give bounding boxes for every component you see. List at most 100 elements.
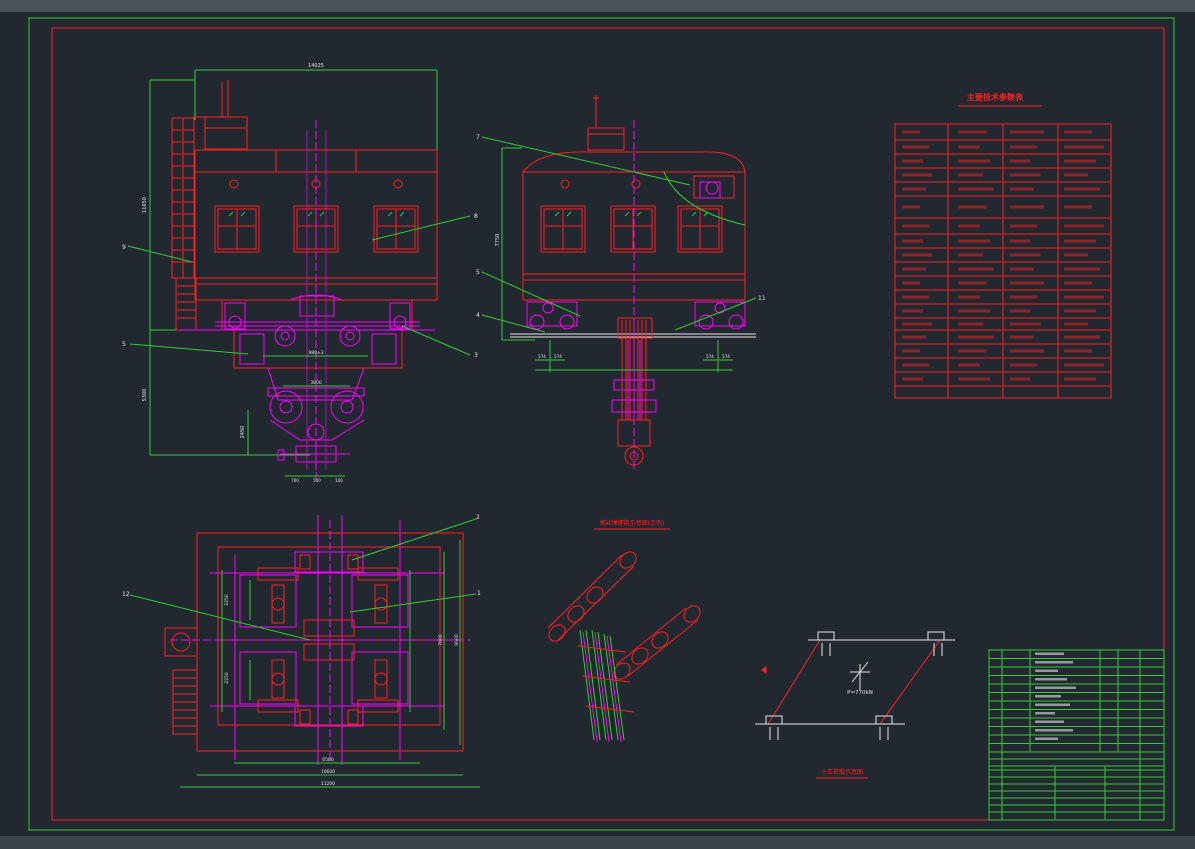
table-cell-text <box>1010 309 1031 313</box>
table-cell-text <box>902 377 923 381</box>
table-cell-text <box>1010 239 1031 243</box>
table-cell-text <box>1064 173 1088 177</box>
callout-12: 12 <box>122 591 130 598</box>
load-caption: 小车荷载示意图 <box>821 768 863 776</box>
dim-plan-w2: 10600 <box>321 769 335 775</box>
bom-cell-text <box>1035 737 1058 740</box>
table-cell-text <box>902 267 926 271</box>
table-cell-text <box>902 239 923 243</box>
table-cell-text <box>1064 335 1100 339</box>
bom-cell-text <box>1035 712 1055 715</box>
dim-plan-s1: 2250 <box>224 594 230 606</box>
table-cell-text <box>958 267 994 271</box>
table-cell-text <box>958 309 991 313</box>
table-cell-text <box>1010 205 1044 209</box>
bom-cell-text <box>1035 720 1064 723</box>
table-cell-text <box>902 281 920 285</box>
table-cell-text <box>1064 377 1096 381</box>
table-cell-text <box>902 322 932 326</box>
table-cell-text <box>1064 363 1104 367</box>
table-cell-text <box>958 295 980 299</box>
table-cell-text <box>958 322 984 326</box>
table-cell-text <box>902 363 929 367</box>
dim-plan-h2: 9000 <box>454 634 460 646</box>
table-cell-text <box>1010 173 1041 177</box>
bom-cell-text <box>1035 729 1073 732</box>
table-cell-text <box>1064 295 1104 299</box>
table-cell-text <box>1064 159 1096 163</box>
callout-4: 4 <box>476 312 480 319</box>
dim-side-a: 574 <box>538 354 546 359</box>
bom-cell-text <box>1035 703 1070 706</box>
table-cell-text <box>1064 281 1092 285</box>
table-cell-text <box>958 145 980 149</box>
table-cell-text <box>958 349 987 353</box>
callout-11: 11 <box>758 295 766 302</box>
table-cell-text <box>1010 130 1044 134</box>
table-cell-text <box>1064 224 1104 228</box>
bom-cell-text <box>1035 695 1061 698</box>
table-cell-text <box>958 335 994 339</box>
table-cell-text <box>1010 335 1034 339</box>
params-title: 主要技术参数表 <box>967 92 1024 102</box>
table-cell-text <box>1010 267 1034 271</box>
dim-spacing-a: 980±3 <box>308 350 323 356</box>
table-cell-text <box>902 224 929 228</box>
table-cell-text <box>1010 349 1044 353</box>
table-cell-text <box>958 239 991 243</box>
table-cell-text <box>1064 322 1088 326</box>
table-cell-text <box>1010 253 1041 257</box>
table-cell-text <box>958 224 980 228</box>
table-cell-text <box>958 363 980 367</box>
plan-view: 6580 10600 11200 7000 9000 2250 2250 2 1… <box>122 514 481 788</box>
dim-side-d: 574 <box>722 354 730 359</box>
dim-side-height: 7750 <box>495 234 501 247</box>
callout-9: 9 <box>122 244 126 251</box>
bom-cell-text <box>1035 669 1058 672</box>
dim-sub-height: 2450 <box>240 426 246 439</box>
side-elevation-view: 7750 574 574 574 574 7 5 4 11 <box>476 95 766 470</box>
table-cell-text <box>902 309 923 313</box>
table-cell-text <box>958 130 987 134</box>
dim-plan-w3: 11200 <box>321 781 335 787</box>
table-cell-text <box>902 173 932 177</box>
bom-cell-text <box>1035 686 1076 689</box>
table-cell-text <box>958 377 991 381</box>
cad-drawing-canvas[interactable]: 14025 11650 5300 2450 980±3 3800 700 500… <box>0 0 1195 849</box>
dim-top-width: 14025 <box>308 63 324 69</box>
rope-caption: 钢丝绳缠绕示意图(示例) <box>600 519 665 527</box>
callout-8: 8 <box>474 213 478 220</box>
table-cell-text <box>1010 295 1038 299</box>
table-cell-text <box>1064 130 1092 134</box>
table-cell-text <box>958 253 984 257</box>
dim-plan-s2: 2250 <box>224 672 230 684</box>
bom-cell-text <box>1035 678 1067 681</box>
table-cell-text <box>1010 187 1034 191</box>
load-diagram: P=770kN 小车荷载示意图 <box>755 631 955 779</box>
table-cell-text <box>902 205 920 209</box>
table-cell-text <box>1064 239 1096 243</box>
dim-bottom-a: 700 <box>291 478 299 483</box>
table-cell-text <box>902 349 920 353</box>
load-label: P=770kN <box>847 690 873 696</box>
dim-lower-height: 5300 <box>142 389 148 402</box>
table-cell-text <box>1064 253 1088 257</box>
bom-cell-text <box>1035 652 1064 655</box>
table-cell-text <box>1064 187 1100 191</box>
table-cell-text <box>1010 145 1038 149</box>
table-cell-text <box>902 335 926 339</box>
table-cell-text <box>1010 224 1038 228</box>
table-cell-text <box>958 187 994 191</box>
table-cell-text <box>902 187 926 191</box>
table-cell-text <box>1064 205 1092 209</box>
table-cell-text <box>958 281 987 285</box>
dim-spacing-b: 3800 <box>310 380 322 386</box>
table-cell-text <box>1010 363 1038 367</box>
callout-2: 2 <box>476 514 480 521</box>
table-cell-text <box>1064 349 1092 353</box>
dim-plan-h1: 7000 <box>438 634 444 646</box>
callout-7: 7 <box>476 134 480 141</box>
table-cell-text <box>902 130 920 134</box>
dim-side-c: 574 <box>706 354 714 359</box>
dim-left-height: 11650 <box>142 197 148 213</box>
